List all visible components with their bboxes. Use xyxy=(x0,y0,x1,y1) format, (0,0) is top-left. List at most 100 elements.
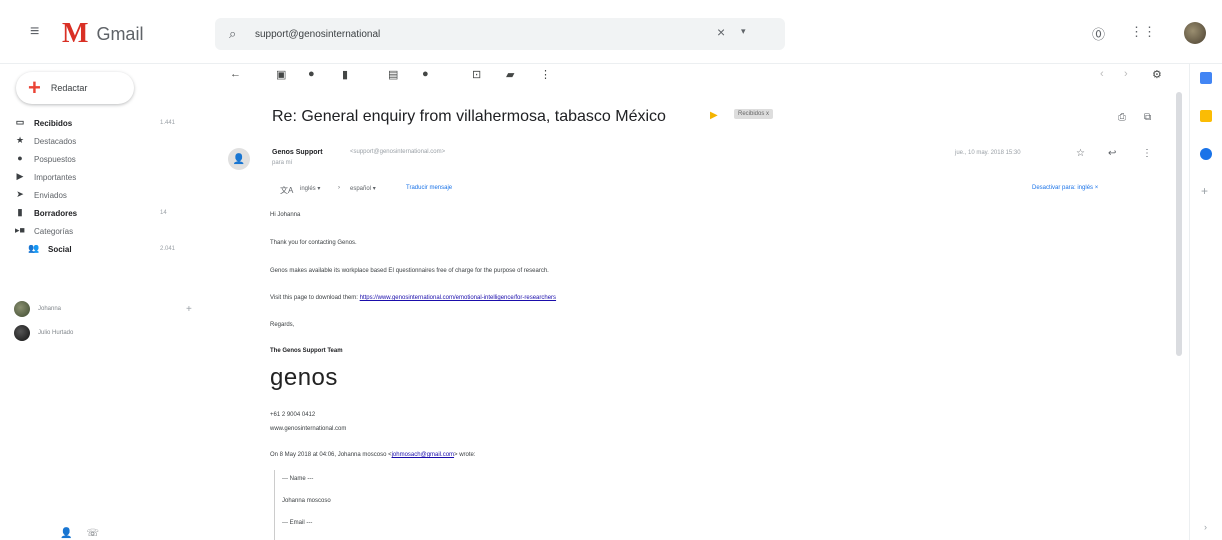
move-to-icon[interactable]: ⊡ xyxy=(472,68,481,81)
calendar-icon[interactable] xyxy=(1200,72,1212,84)
recipient-details[interactable]: para mí xyxy=(272,160,292,166)
archive-icon[interactable]: ▣ xyxy=(276,68,286,81)
greeting: Hi Johanna xyxy=(270,212,301,218)
important-marker-icon[interactable]: ▶ xyxy=(710,110,718,121)
sender-name: Genos Support xyxy=(272,149,323,156)
signature-phone: +61 2 9004 0412 xyxy=(270,412,316,418)
sidebar-item-social[interactable]: 👥 Social 2.041 xyxy=(0,240,210,258)
label-icon[interactable]: ▰ xyxy=(506,68,514,81)
quoted-email-label: --- Email --- xyxy=(282,520,313,526)
settings-icon[interactable]: ⚙ xyxy=(1152,68,1162,81)
person-icon[interactable]: 👤 xyxy=(60,528,72,539)
sidebar: ▭ Recibidos 1.441 ★ Destacados ● Pospues… xyxy=(0,114,210,258)
contact-name: Julio Hurtado xyxy=(38,330,74,336)
label-important-icon: ▶ xyxy=(16,171,24,181)
sidebar-item-categories[interactable]: ▸■ Categorías xyxy=(0,222,210,240)
translate-bar: 文A inglés ▾ › español ▾ Traducir mensaje… xyxy=(270,182,1170,198)
contact-item[interactable]: Julio Hurtado xyxy=(0,321,210,345)
sidebar-item-sent[interactable]: ➤ Enviados xyxy=(0,186,210,204)
sidebar-item-label: Categorías xyxy=(34,226,74,236)
open-new-window-icon[interactable]: ⧉ xyxy=(1144,112,1151,123)
sidebar-item-label: Importantes xyxy=(34,172,77,182)
search-options-icon[interactable]: ▾ xyxy=(741,26,746,37)
add-addon-icon[interactable]: + xyxy=(1201,184,1208,198)
quoted-name-label: --- Name --- xyxy=(282,476,314,482)
contact-item[interactable]: Johanna + xyxy=(0,297,210,321)
apps-grid-icon[interactable]: ⋮⋮ xyxy=(1130,24,1156,40)
clear-search-icon[interactable]: × xyxy=(717,24,725,40)
quoted-name: Johanna moscoso xyxy=(282,498,331,504)
sidebar-item-starred[interactable]: ★ Destacados xyxy=(0,132,210,150)
next-icon[interactable]: › xyxy=(1124,68,1128,80)
sidebar-item-label: Borradores xyxy=(34,208,78,218)
draft-icon: ▮ xyxy=(17,207,23,217)
body-paragraph: Genos makes available its workplace base… xyxy=(270,268,549,274)
search-icon[interactable]: ⌕ xyxy=(229,26,236,42)
expand-panel-icon[interactable]: › xyxy=(1204,522,1207,532)
contact-name: Johanna xyxy=(38,306,62,312)
signature-website[interactable]: www.genosinternational.com xyxy=(270,426,346,432)
avatar xyxy=(14,325,30,341)
translate-message-link[interactable]: Traducir mensaje xyxy=(406,185,452,191)
quoted-email-link[interactable]: johmosach@gmail.com xyxy=(392,452,454,458)
translate-icon: 文A xyxy=(280,186,294,195)
more-options-icon[interactable]: ⋮ xyxy=(540,68,551,81)
social-count: 2.041 xyxy=(160,246,176,252)
send-icon: ➤ xyxy=(16,189,24,199)
body-text: Visit this page to download them: xyxy=(270,295,358,301)
main-menu-icon[interactable]: ≡ xyxy=(30,24,46,40)
plus-icon: + xyxy=(28,75,41,100)
quote-intro: On 8 May 2018 at 04:06, Johanna moscoso … xyxy=(270,452,476,458)
report-spam-icon[interactable]: ● xyxy=(308,68,315,80)
target-language: español xyxy=(350,186,372,192)
signature-team: The Genos Support Team xyxy=(270,348,343,354)
target-language-select[interactable]: español ▾ xyxy=(350,185,376,192)
help-icon[interactable]: ⓪ xyxy=(1092,24,1105,43)
print-icon[interactable]: ⎙ xyxy=(1118,112,1126,123)
mark-unread-icon[interactable]: ▤ xyxy=(388,68,398,81)
clock-icon: ● xyxy=(17,153,23,163)
email-date: jue., 10 may. 2018 15:30 xyxy=(955,150,1021,156)
back-arrow-icon[interactable]: ← xyxy=(230,68,241,80)
reply-icon[interactable]: ↩ xyxy=(1108,148,1116,159)
compose-label: Redactar xyxy=(50,83,88,93)
sidebar-item-inbox[interactable]: ▭ Recibidos 1.441 xyxy=(0,114,210,132)
label-chip[interactable]: Recibidos x xyxy=(734,109,774,119)
snooze-icon[interactable]: ● xyxy=(422,68,429,80)
hangouts-contacts: Johanna + Julio Hurtado xyxy=(0,297,210,345)
inbox-icon: ▭ xyxy=(15,117,25,127)
app-name: Gmail xyxy=(96,23,144,44)
search-bar: ⌕ × ▾ xyxy=(215,18,785,50)
sender-avatar[interactable]: 👤 xyxy=(228,148,250,170)
body-paragraph: Visit this page to download them: https:… xyxy=(270,295,556,301)
prev-icon[interactable]: ‹ xyxy=(1100,68,1104,80)
hangouts-bottom-bar: 👤 ☏ xyxy=(60,528,99,539)
sidebar-item-label: Pospuestos xyxy=(34,154,76,164)
star-icon[interactable]: ☆ xyxy=(1076,148,1085,159)
more-options-icon[interactable]: ⋮ xyxy=(1142,148,1152,159)
quote-intro-text: On 8 May 2018 at 04:06, Johanna moscoso … xyxy=(270,452,392,458)
disable-translation-link[interactable]: Desactivar para: inglés × xyxy=(1032,185,1098,191)
research-link[interactable]: https://www.genosinternational.com/emoti… xyxy=(360,295,556,301)
draft-count: 14 xyxy=(160,210,167,216)
keep-icon[interactable] xyxy=(1200,110,1212,122)
delete-icon[interactable]: ▮ xyxy=(342,68,348,81)
sidebar-item-important[interactable]: ▶ Importantes xyxy=(0,168,210,186)
sidebar-item-label: Recibidos xyxy=(34,118,73,128)
gmail-m-icon: M xyxy=(62,18,89,49)
side-panel-divider xyxy=(1189,64,1190,540)
add-contact-icon[interactable]: + xyxy=(186,304,192,315)
gmail-logo[interactable]: M Gmail xyxy=(62,20,143,48)
sidebar-item-drafts[interactable]: ▮ Borradores 14 xyxy=(0,204,210,222)
tasks-icon[interactable] xyxy=(1200,148,1212,160)
scrollbar-thumb[interactable] xyxy=(1176,92,1182,356)
sidebar-item-snoozed[interactable]: ● Pospuestos xyxy=(0,150,210,168)
sidebar-item-label: Enviados xyxy=(34,190,67,200)
source-language-select[interactable]: inglés ▾ xyxy=(300,185,320,192)
top-bar: ≡ M Gmail ⌕ × ▾ ⓪ ⋮⋮ xyxy=(0,0,1222,64)
compose-button[interactable]: + Redactar xyxy=(16,72,134,104)
search-input[interactable] xyxy=(255,24,675,44)
phone-icon[interactable]: ☏ xyxy=(86,528,99,539)
account-avatar[interactable] xyxy=(1184,22,1206,44)
quote-intro-suffix: > wrote: xyxy=(454,452,476,458)
